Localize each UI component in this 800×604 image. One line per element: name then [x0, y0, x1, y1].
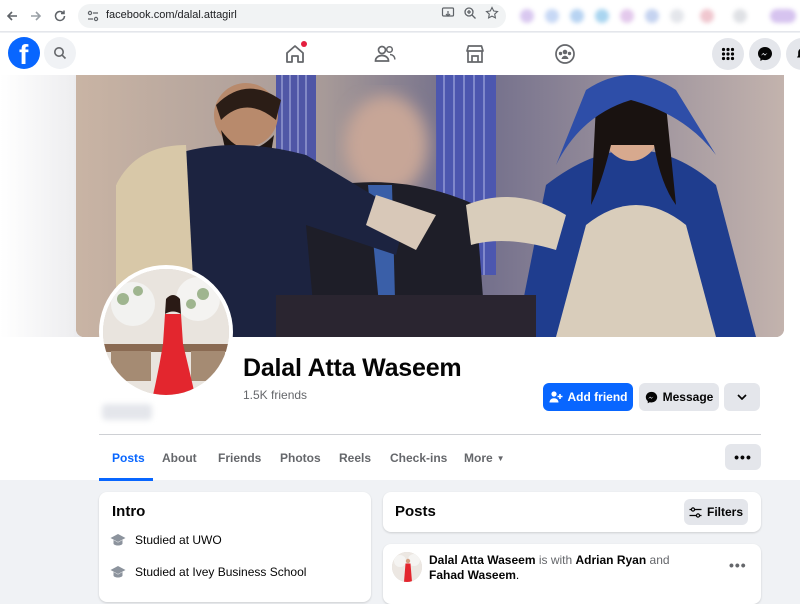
graduation-cap-icon: [110, 566, 126, 578]
ellipsis-icon: •••: [734, 449, 752, 465]
tagged-person[interactable]: Fahad Waseem: [429, 568, 516, 582]
tab-more-label: More: [464, 451, 493, 465]
tab-more[interactable]: More ▼: [464, 451, 505, 465]
groups-icon: [555, 44, 575, 64]
filters-icon: [689, 506, 702, 518]
friends-nav[interactable]: [370, 39, 400, 69]
browser-toolbar: facebook.com/dalal.attagirl: [0, 0, 800, 32]
home-nav[interactable]: [280, 39, 310, 69]
filters-label: Filters: [706, 505, 743, 519]
groups-nav[interactable]: [550, 39, 580, 69]
facebook-header: f: [0, 33, 800, 75]
friends-icon: [374, 45, 396, 62]
profile-name: Dalal Atta Waseem: [243, 354, 462, 382]
post-options-button[interactable]: •••: [729, 557, 747, 573]
intro-title: Intro: [112, 503, 146, 520]
intro-item-text: Studied at Ivey Business School: [135, 565, 306, 579]
tab-check-ins[interactable]: Check-ins: [390, 451, 447, 465]
notification-dot: [301, 41, 307, 47]
tab-posts[interactable]: Posts: [112, 451, 145, 465]
avatar-image: [103, 269, 229, 395]
search-button[interactable]: [44, 37, 76, 69]
extension-icon[interactable]: [670, 9, 684, 23]
avatar[interactable]: [103, 269, 229, 395]
marketplace-nav[interactable]: [460, 39, 490, 69]
post-author-avatar[interactable]: [392, 552, 422, 582]
messenger-button[interactable]: [749, 38, 781, 70]
extension-icon[interactable]: [700, 9, 714, 23]
intro-item-place[interactable]: Ivey Business School: [192, 565, 306, 579]
intro-item-prefix: Studied at: [135, 565, 193, 579]
tab-about[interactable]: About: [162, 451, 197, 465]
install-app-icon[interactable]: [441, 6, 455, 20]
menu-button[interactable]: [712, 38, 744, 70]
site-info-icon[interactable]: [86, 9, 100, 23]
post-author-name[interactable]: Dalal Atta Waseem: [429, 553, 535, 567]
post-period: .: [515, 568, 520, 582]
ellipsis-icon: •••: [729, 557, 747, 573]
post-header-text: Dalal Atta Waseem is with Adrian Ryan an…: [429, 553, 699, 583]
tab-photos[interactable]: Photos: [280, 451, 321, 465]
extension-icon[interactable]: [520, 9, 534, 23]
search-icon: [54, 47, 67, 60]
url-text[interactable]: facebook.com/dalal.attagirl: [106, 9, 237, 21]
post-author-avatar-image: [392, 552, 422, 582]
intro-item-place[interactable]: UWO: [192, 533, 221, 547]
forward-button[interactable]: [26, 6, 46, 26]
extension-icon[interactable]: [545, 9, 559, 23]
blurred-text: [102, 404, 152, 420]
message-label: Message: [662, 390, 714, 404]
intro-item-prefix: Studied at: [135, 533, 193, 547]
add-friend-button[interactable]: Add friend: [543, 383, 633, 411]
post-with-text: is with: [535, 553, 576, 567]
profile-options-button[interactable]: [724, 383, 760, 411]
more-options-button[interactable]: •••: [725, 444, 761, 470]
messenger-icon: [645, 391, 657, 403]
profile-extension-icon[interactable]: [770, 9, 796, 23]
arrow-left-icon: [6, 11, 17, 21]
post-and-text: and: [646, 553, 670, 567]
marketplace-icon: [466, 45, 484, 63]
facebook-logo-letter: f: [19, 39, 29, 70]
messenger-icon: [758, 47, 772, 61]
tab-reels[interactable]: Reels: [339, 451, 371, 465]
caret-down-icon: ▼: [496, 453, 505, 463]
filters-button[interactable]: Filters: [684, 499, 748, 525]
tab-friends[interactable]: Friends: [218, 451, 261, 465]
notifications-icon: [797, 49, 800, 58]
zoom-icon[interactable]: [463, 6, 477, 20]
bookmark-star-icon[interactable]: [485, 6, 499, 20]
reload-button[interactable]: [50, 6, 70, 26]
intro-item-text: Studied at UWO: [135, 533, 222, 547]
back-button[interactable]: [2, 6, 22, 26]
notifications-button[interactable]: [786, 38, 800, 70]
add-friend-label: Add friend: [567, 390, 628, 404]
add-person-icon: [549, 391, 562, 403]
arrow-right-icon: [31, 11, 42, 21]
extension-icon[interactable]: [733, 9, 747, 23]
extension-icon[interactable]: [645, 9, 659, 23]
section-divider: [99, 434, 761, 435]
message-button[interactable]: Message: [639, 383, 719, 411]
facebook-logo[interactable]: f: [8, 37, 40, 70]
intro-item: Studied at UWO: [110, 533, 222, 547]
extension-icon[interactable]: [595, 9, 609, 23]
extension-icon[interactable]: [570, 9, 584, 23]
friends-count[interactable]: 1.5K friends: [243, 388, 307, 402]
extension-icon[interactable]: [620, 9, 634, 23]
apps-grid-icon: [721, 47, 735, 61]
intro-item: Studied at Ivey Business School: [110, 565, 306, 579]
tagged-person[interactable]: Adrian Ryan: [576, 553, 647, 567]
graduation-cap-icon: [110, 534, 126, 546]
chevron-down-icon: [737, 394, 747, 400]
active-tab-indicator: [99, 478, 153, 481]
reload-icon: [54, 10, 66, 22]
posts-title: Posts: [395, 503, 436, 520]
